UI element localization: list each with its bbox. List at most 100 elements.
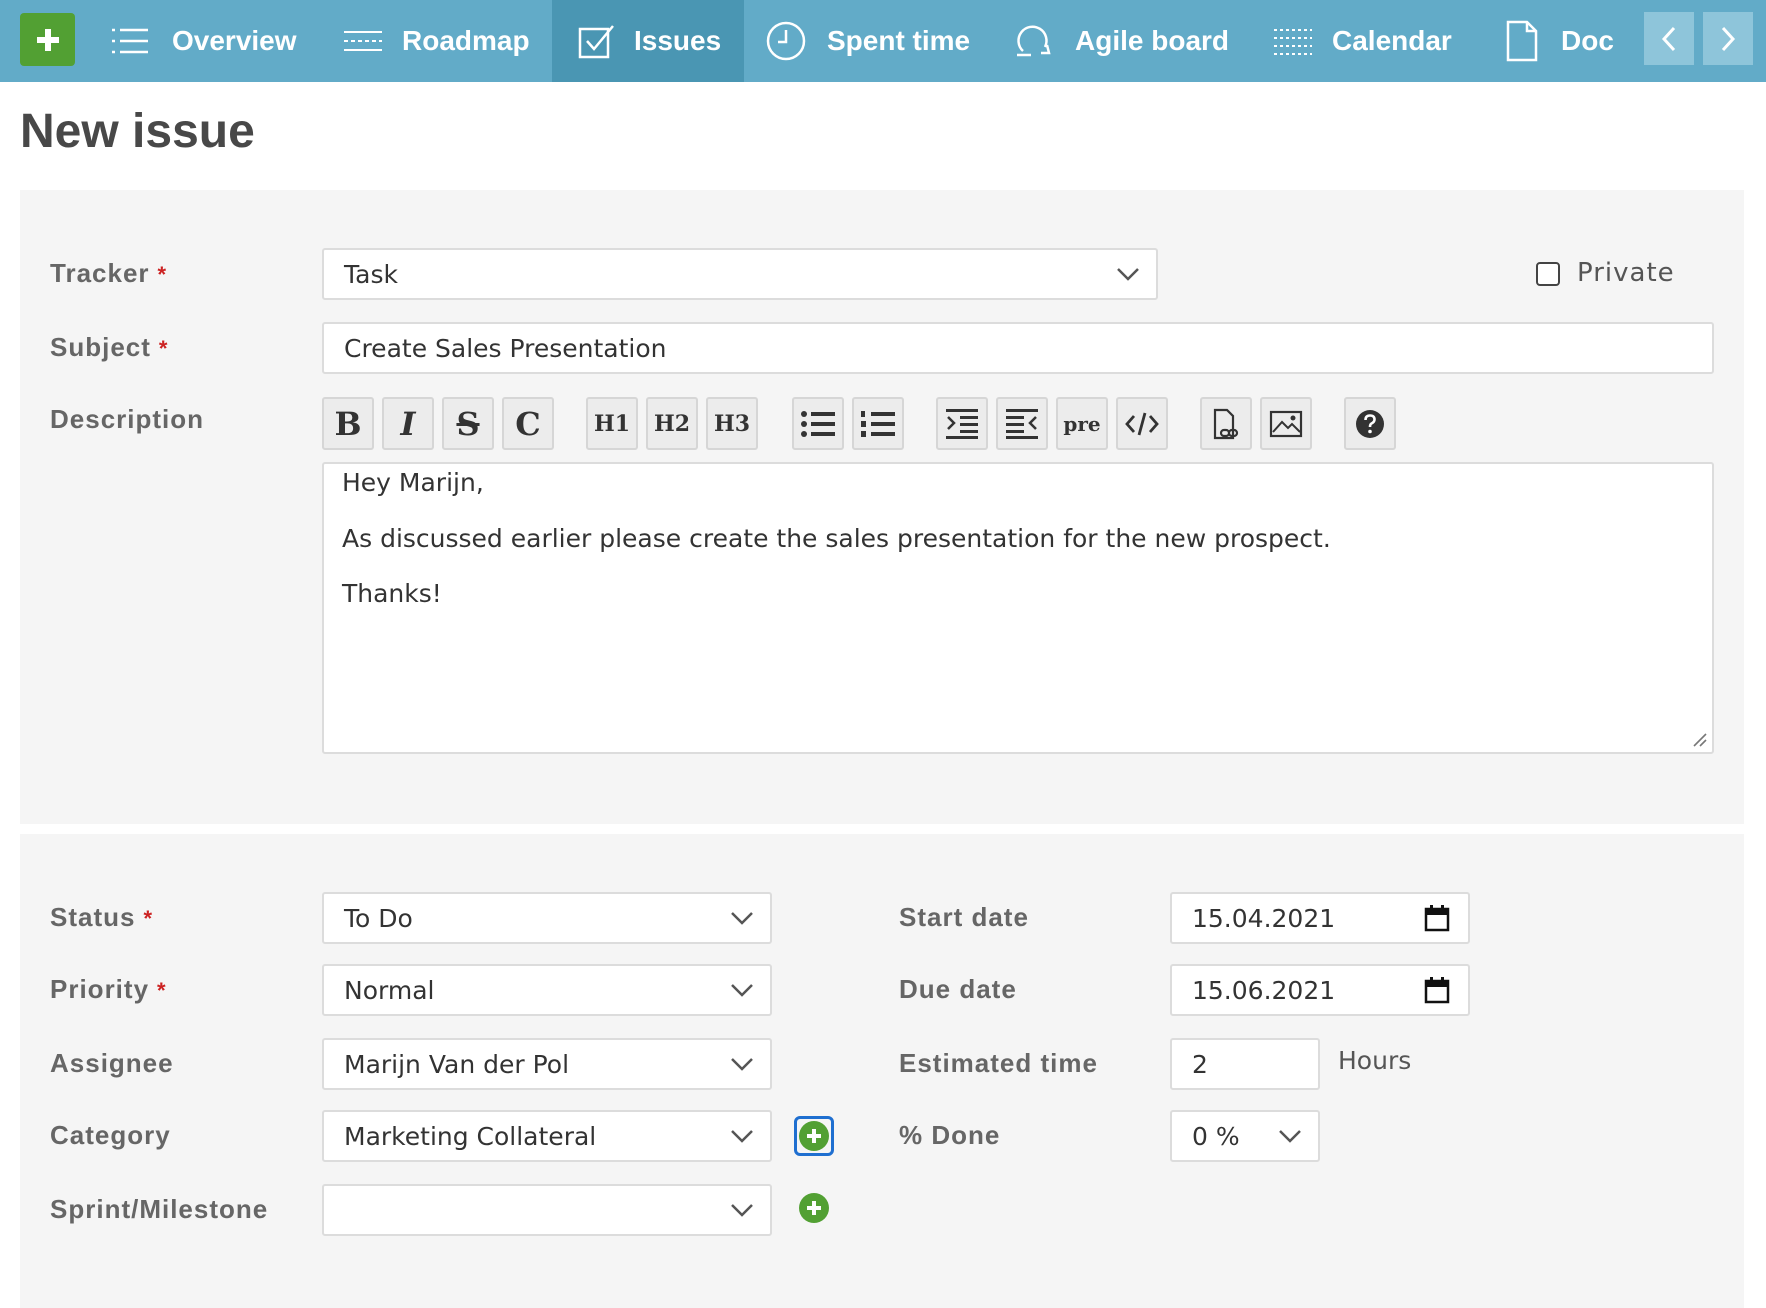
category-value: Marketing Collateral <box>344 1121 597 1151</box>
due-date-value: 15.06.2021 <box>1192 975 1336 1005</box>
description-line: As discussed earlier please create the s… <box>342 524 1331 553</box>
tracker-select[interactable]: Task <box>322 248 1158 300</box>
assignee-label: Assignee <box>50 1048 174 1078</box>
italic-button[interactable]: I <box>382 397 434 450</box>
start-date-label: Start date <box>899 902 1029 932</box>
document-icon <box>1506 20 1538 62</box>
outdent-button[interactable] <box>996 397 1048 450</box>
checkbox-icon <box>578 25 614 59</box>
top-navigation: Overview Roadmap Issues Spent time Agile… <box>0 0 1766 82</box>
nav-item-issues[interactable]: Issues <box>552 0 744 82</box>
insert-link-button[interactable] <box>1200 397 1252 450</box>
chevron-down-icon <box>731 984 753 997</box>
nav-item-calendar[interactable]: Calendar <box>1274 0 1452 82</box>
nav-item-agile-board[interactable]: Agile board <box>1015 0 1229 82</box>
roadmap-icon <box>344 31 382 51</box>
status-value: To Do <box>344 903 413 933</box>
nav-item-documents[interactable]: Docı <box>1505 0 1615 82</box>
category-select[interactable]: Marketing Collateral <box>322 1110 772 1162</box>
percent-done-value: 0 % <box>1192 1121 1240 1151</box>
description-label: Description <box>50 404 205 434</box>
numbered-list-button[interactable] <box>852 397 904 450</box>
percent-done-label: % Done <box>899 1120 1001 1150</box>
estimated-time-input[interactable]: 2 <box>1170 1038 1320 1090</box>
bullet-list-button[interactable] <box>792 397 844 450</box>
calendar-icon[interactable] <box>1424 976 1450 1004</box>
heading1-button[interactable]: H1 <box>586 397 638 450</box>
sprint-milestone-label: Sprint/Milestone <box>50 1194 269 1224</box>
private-label: Private <box>1577 258 1675 288</box>
add-category-button[interactable] <box>799 1121 829 1151</box>
subject-value: Create Sales Presentation <box>344 333 667 363</box>
calendar-grid-icon <box>1274 29 1312 55</box>
nav-scroll-right-button[interactable] <box>1703 12 1753 65</box>
chevron-down-icon <box>1117 268 1139 281</box>
assignee-value: Marijn Van der Pol <box>344 1049 570 1079</box>
start-date-input[interactable]: 15.04.2021 <box>1170 892 1470 944</box>
nav-item-spent-time[interactable]: Spent time <box>765 0 970 82</box>
sprint-milestone-select[interactable] <box>322 1184 772 1236</box>
due-date-input[interactable]: 15.06.2021 <box>1170 964 1470 1016</box>
clock-icon <box>766 21 806 61</box>
file-link-icon <box>1213 408 1239 439</box>
status-label: Status * <box>50 902 154 932</box>
nav-item-overview[interactable]: Overview <box>112 0 297 82</box>
issue-attributes-panel <box>20 834 1744 1308</box>
new-item-button[interactable] <box>20 13 75 66</box>
indent-button[interactable] <box>936 397 988 450</box>
agile-icon <box>1017 25 1051 57</box>
tracker-label: Tracker * <box>50 258 168 288</box>
chevron-down-icon <box>1279 1130 1301 1143</box>
code-block-button[interactable] <box>1116 397 1168 450</box>
subject-label: Subject * <box>50 332 169 362</box>
tracker-value: Task <box>344 259 398 289</box>
description-textarea[interactable]: Hey Marijn, As discussed earlier please … <box>322 462 1714 754</box>
description-line: Thanks! <box>342 579 442 608</box>
add-sprint-button[interactable] <box>799 1193 829 1223</box>
help-icon <box>1356 409 1384 438</box>
list-icon <box>112 28 148 54</box>
plus-icon <box>36 28 59 51</box>
nav-item-label: Spent time <box>827 25 971 56</box>
status-select[interactable]: To Do <box>322 892 772 944</box>
due-date-label: Due date <box>899 974 1017 1004</box>
required-mark: * <box>143 906 154 931</box>
estimated-time-unit: Hours <box>1338 1046 1412 1075</box>
plus-icon <box>807 1129 821 1143</box>
nav-item-label: Overview <box>172 25 297 56</box>
image-icon <box>1269 410 1303 437</box>
category-label: Category <box>50 1120 171 1150</box>
start-date-value: 15.04.2021 <box>1192 903 1336 933</box>
estimated-time-label: Estimated time <box>899 1048 1098 1078</box>
nav-item-label: Roadmap <box>402 25 530 56</box>
description-line: Hey Marijn, <box>342 468 484 497</box>
plus-icon <box>807 1201 821 1215</box>
nav-scroll-left-button[interactable] <box>1644 12 1694 65</box>
indent-icon <box>946 408 978 439</box>
code-inline-button[interactable]: C <box>502 397 554 450</box>
insert-image-button[interactable] <box>1260 397 1312 450</box>
numbered-list-icon <box>861 410 895 437</box>
code-icon <box>1125 412 1159 435</box>
subject-input[interactable]: Create Sales Presentation <box>322 322 1714 374</box>
estimated-time-value: 2 <box>1192 1049 1208 1079</box>
resize-handle-icon[interactable] <box>1692 732 1708 748</box>
required-mark: * <box>158 336 169 361</box>
calendar-icon[interactable] <box>1424 904 1450 932</box>
nav-item-roadmap[interactable]: Roadmap <box>344 0 530 82</box>
private-checkbox[interactable] <box>1536 262 1560 286</box>
assignee-select[interactable]: Marijn Van der Pol <box>322 1038 772 1090</box>
priority-value: Normal <box>344 975 435 1005</box>
percent-done-select[interactable]: 0 % <box>1170 1110 1320 1162</box>
priority-select[interactable]: Normal <box>322 964 772 1016</box>
chevron-down-icon <box>731 1130 753 1143</box>
chevron-down-icon <box>731 912 753 925</box>
heading3-button[interactable]: H3 <box>706 397 758 450</box>
bold-button[interactable]: B <box>322 397 374 450</box>
preformatted-button[interactable]: pre <box>1056 397 1108 450</box>
heading2-button[interactable]: H2 <box>646 397 698 450</box>
help-button[interactable] <box>1344 397 1396 450</box>
nav-item-label: Docı <box>1561 25 1615 56</box>
strikethrough-button[interactable]: S <box>442 397 494 450</box>
required-mark: * <box>157 262 168 287</box>
